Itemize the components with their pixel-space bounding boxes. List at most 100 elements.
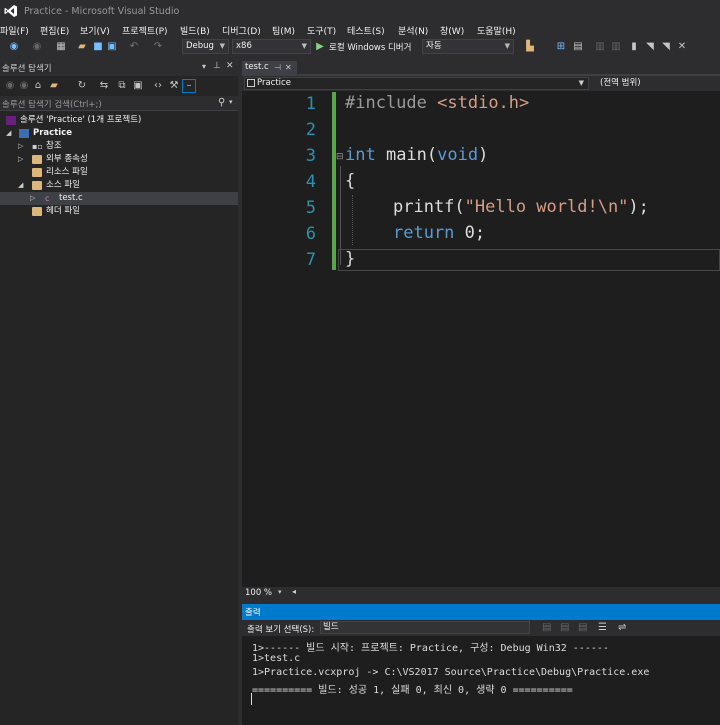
scroll-left-icon[interactable]: ◂ [292,587,296,596]
menu-team[interactable]: 팀(M) [272,24,295,37]
member-scope-dropdown[interactable]: (전역 범위) [597,77,720,90]
menu-tools[interactable]: 도구(T) [307,24,336,37]
view-code-icon[interactable]: ‹› [152,80,164,92]
switch-views-icon[interactable]: ▰ [48,80,60,92]
properties-wrench-icon[interactable]: ⚒ [168,80,180,92]
forward-icon[interactable]: ◉ [18,80,30,92]
solution-icon[interactable]: ▤ [572,41,584,53]
next-message-icon[interactable]: ▤ [578,622,587,633]
navigate-forward-icon[interactable]: ◉ [31,41,43,53]
navigate-back-icon[interactable]: ◉ [8,41,20,53]
start-debugging-icon[interactable]: ▶ [314,41,326,53]
line-number: 3 [305,146,316,166]
project-icon [19,129,29,138]
tree-item-solution[interactable]: 솔루션 'Practice' (1개 프로젝트) [0,114,238,127]
expanded-triangle-icon[interactable]: ◢ [18,179,23,192]
collapsed-triangle-icon[interactable]: ▷ [18,153,23,166]
platform-combo[interactable]: x86 ▼ [232,39,311,54]
tree-item-source-files[interactable]: ◢ 소스 파일 [0,179,238,192]
folder-icon [32,207,42,216]
collapsed-triangle-icon[interactable]: ▷ [30,192,35,205]
close-icon[interactable]: ✕ [226,61,234,71]
menu-window[interactable]: 창(W) [440,24,464,37]
solution-config-icon[interactable]: ▦ [55,41,67,53]
menu-file[interactable]: 파일(F) [0,24,29,37]
menu-bar: 파일(F) 편집(E) 보기(V) 프로젝트(P) 빌드(B) 디버그(D) 팀… [0,22,720,38]
menu-project[interactable]: 프로젝트(P) [122,24,168,37]
folder-icon [32,168,42,177]
project-scope-icon [247,79,255,87]
c-file-icon: c [45,194,50,203]
save-all-icon[interactable]: ▣ [106,41,118,53]
output-line: 1>test.c [252,653,301,664]
clear-all-icon[interactable]: ☰ [598,622,607,633]
tree-item-test-c[interactable]: ▷ c test.c [0,192,238,205]
menu-analyze[interactable]: 분석(N) [398,24,428,37]
menu-build[interactable]: 빌드(B) [180,24,210,37]
bookmark-icon[interactable]: ▮ [628,41,640,53]
save-icon[interactable]: ■ [92,41,104,53]
configuration-combo[interactable]: Debug ▼ [182,39,229,54]
collapsed-triangle-icon[interactable]: ▷ [18,140,23,153]
show-all-files-icon[interactable]: ▣ [132,80,144,92]
search-options-chevron-icon[interactable]: ▾ [229,98,233,106]
collapse-outline-icon[interactable]: ⊟ [336,152,344,162]
menu-test[interactable]: 테스트(S) [347,24,385,37]
output-source-dropdown[interactable]: 빌드 [320,621,530,634]
project-scope-value: Practice [257,78,291,88]
bookmark-next-icon[interactable]: ◥ [660,41,672,53]
redo-icon[interactable]: ↷ [152,41,164,53]
tree-item-label: 헤더 파일 [46,206,80,216]
zoom-chevron-icon[interactable]: ▾ [278,588,282,596]
undo-icon[interactable]: ↶ [128,41,140,53]
expanded-triangle-icon[interactable]: ◢ [6,127,11,140]
home-icon[interactable]: ⌂ [32,80,44,92]
zoom-level[interactable]: 100 % [245,588,272,598]
function-name: main( [375,145,438,165]
references-icon: ▪▫ [32,142,43,151]
printf-call: printf( [393,197,465,217]
preview-selected-icon[interactable]: – [182,79,196,93]
member-scope-value: (전역 범위) [600,78,641,88]
show-output-from-label: 출력 보기 선택(S): [247,625,315,635]
line-number: 6 [305,224,316,244]
outdent-icon[interactable]: ▥ [610,41,622,53]
tree-item-resource-files[interactable]: 리소스 파일 [0,166,238,179]
tree-item-references[interactable]: ▷ ▪▫ 참조 [0,140,238,153]
menu-edit[interactable]: 편집(E) [40,24,69,37]
line-number: 1 [305,94,316,114]
collapse-all-icon[interactable]: ⧉ [116,80,128,92]
code-line-1: #include <stdio.h> [345,93,529,113]
start-debugger-button[interactable]: 로컬 Windows 디버거 [329,41,411,53]
menu-debug[interactable]: 디버그(D) [222,24,261,37]
tree-item-label: 참조 [46,141,62,151]
window-title: Practice - Microsoft Visual Studio [24,6,180,17]
step-icon[interactable]: ⊞ [555,41,567,53]
pin-tab-icon[interactable]: ⊣ [274,61,281,74]
prev-message-icon[interactable]: ▤ [560,622,569,633]
pending-changes-icon[interactable]: ↻ [76,80,88,92]
menu-view[interactable]: 보기(V) [80,24,110,37]
debug-mode-combo[interactable]: 자동 ▼ [422,39,514,54]
search-icon[interactable]: ⚲ [218,97,225,108]
find-in-files-icon[interactable]: ▙ [524,41,536,53]
indent-icon[interactable]: ▥ [594,41,606,53]
chevron-down-icon: ▼ [219,42,225,50]
tree-item-project[interactable]: ◢ Practice [0,127,238,140]
tree-item-header-files[interactable]: 헤더 파일 [0,205,238,218]
close-tab-icon[interactable]: ✕ [285,61,292,74]
tab-test-c[interactable]: test.c ⊣ ✕ [242,61,297,74]
back-icon[interactable]: ◉ [4,80,16,92]
panel-menu-chevron-icon[interactable]: ▾ [202,62,206,71]
open-folder-icon[interactable]: ▰ [76,41,88,53]
word-wrap-icon[interactable]: ⇌ [618,622,626,633]
project-scope-dropdown[interactable]: Practice ▼ [244,77,589,90]
sync-icon[interactable]: ⇆ [98,80,110,92]
tree-item-external-dependencies[interactable]: ▷ 외부 종속성 [0,153,238,166]
clear-bookmarks-icon[interactable]: ✕ [676,41,688,53]
menu-help[interactable]: 도움말(H) [477,24,516,37]
bookmark-prev-icon[interactable]: ◥ [644,41,656,53]
pin-icon[interactable]: ⊥ [213,61,221,71]
line-number: 7 [305,250,316,270]
find-message-icon[interactable]: ▤ [542,622,551,633]
